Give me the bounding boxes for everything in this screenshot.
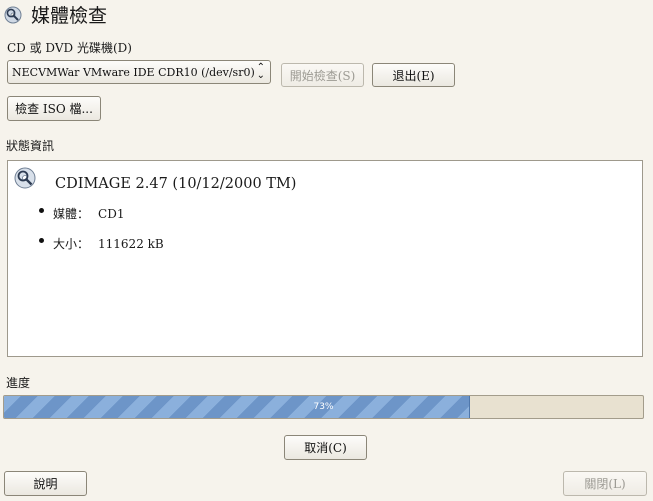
media-title: CDIMAGE 2.47 (10/12/2000 TM) <box>55 176 297 192</box>
media-info-key: 媒體： <box>53 207 90 221</box>
size-info-key: 大小： <box>53 237 90 251</box>
close-button[interactable]: 關閉(L) <box>563 471 647 496</box>
start-check-button[interactable]: 開始檢查(S) <box>281 63 364 87</box>
progress-label: 進度 <box>6 376 31 390</box>
cancel-button[interactable]: 取消(C) <box>284 435 367 460</box>
progress-text: 73% <box>313 402 334 412</box>
media-info-value: CD1 <box>98 207 125 221</box>
bullet <box>39 208 44 213</box>
bullet <box>39 238 44 243</box>
media-info-item: 媒體： CD1 <box>53 207 124 221</box>
size-info-item: 大小： 111622 kB <box>53 237 164 251</box>
media-check-icon <box>4 6 22 24</box>
status-panel: CDIMAGE 2.47 (10/12/2000 TM) 媒體： CD1 大小： 1… <box>7 160 643 357</box>
drive-select[interactable]: NECVMWar VMware IDE CDR10 (/dev/sr0) ⌃ ⌄ <box>7 60 271 84</box>
drive-select-value: NECVMWar VMware IDE CDR10 (/dev/sr0) <box>12 65 255 79</box>
size-info-value: 111622 kB <box>98 237 164 251</box>
progress-bar: 73% <box>3 395 644 419</box>
updown-arrow-icon: ⌃ ⌄ <box>256 62 265 81</box>
window-title: 媒體檢查 <box>31 5 108 27</box>
status-label: 狀態資訊 <box>6 139 55 153</box>
check-iso-button[interactable]: 檢查 ISO 檔... <box>7 96 101 121</box>
eject-button[interactable]: 退出(E) <box>372 63 455 87</box>
help-button[interactable]: 說明 <box>4 471 87 496</box>
cd-check-icon <box>14 167 36 189</box>
drive-label: CD 或 DVD 光碟機(D) <box>7 41 132 55</box>
